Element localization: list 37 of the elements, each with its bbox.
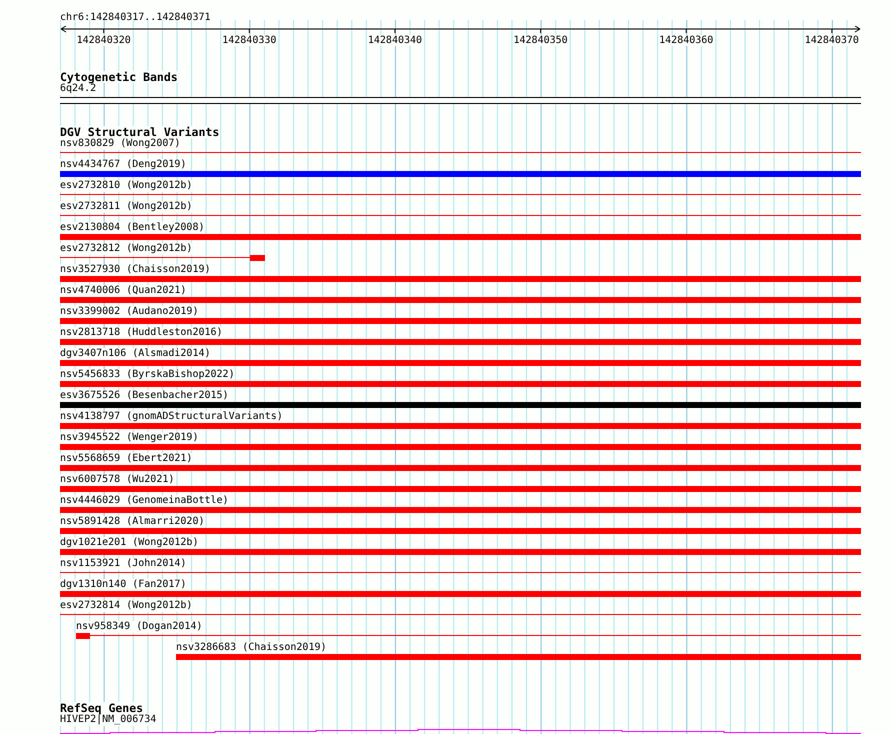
variant-label: nsv6007578 (Wu2021): [60, 474, 174, 486]
variant-label: nsv958349 (Dogan2014): [76, 621, 202, 633]
variant-label: nsv4138797 (gnomADStructuralVariants): [60, 411, 283, 423]
tick-label: 142840360: [659, 35, 714, 46]
variant-label: nsv3945522 (Wenger2019): [60, 432, 198, 444]
variant-label: esv2732811 (Wong2012b): [60, 201, 192, 213]
variant-label: esv2732812 (Wong2012b): [60, 243, 192, 255]
variant-label: esv2130804 (Bentley2008): [60, 222, 204, 234]
tick-label: 142840330: [222, 35, 276, 46]
variant-label: nsv3527930 (Chaisson2019): [60, 264, 211, 276]
tick-label: 142840340: [368, 35, 422, 46]
variant-label: nsv5456833 (ByrskaBishop2022): [60, 369, 235, 381]
variant-label: dgv3407n106 (Alsmadi2014): [60, 348, 211, 360]
variant-label: nsv4740006 (Quan2021): [60, 285, 186, 297]
track-title: Cytogenetic Bands: [60, 71, 178, 83]
variant-label: dgv1021e201 (Wong2012b): [60, 537, 198, 549]
band-label: 6q24.2: [60, 83, 96, 95]
gene-label: HIVEP2|NM_006734: [60, 714, 156, 726]
variant-label: nsv2813718 (Huddleston2016): [60, 327, 223, 339]
tick-label: 142840350: [514, 35, 568, 46]
variant-label: nsv5891428 (Almarri2020): [60, 516, 204, 528]
track-title: DGV Structural Variants: [60, 126, 220, 138]
location-label: chr6:142840317..142840371: [60, 12, 211, 24]
variant-label: nsv830829 (Wong2007): [60, 138, 180, 150]
variant-label: esv2732814 (Wong2012b): [60, 600, 192, 612]
variant-label: esv3675526 (Besenbacher2015): [60, 390, 229, 402]
variant-label: dgv1310n140 (Fan2017): [60, 579, 186, 591]
variant-label: nsv5568659 (Ebert2021): [60, 453, 192, 465]
track-title: RefSeq Genes: [60, 702, 144, 714]
variant-label: nsv4434767 (Deng2019): [60, 159, 186, 171]
variant-label: nsv3399002 (Audano2019): [60, 306, 198, 318]
variant-label: nsv4446029 (GenomeinaBottle): [60, 495, 229, 507]
variant-label: nsv1153921 (John2014): [60, 558, 186, 570]
variant-label: nsv3286683 (Chaisson2019): [176, 642, 327, 654]
tick-label: 142840370: [804, 35, 859, 46]
variant-label: esv2732810 (Wong2012b): [60, 180, 192, 192]
tick-label: 142840320: [76, 35, 131, 46]
